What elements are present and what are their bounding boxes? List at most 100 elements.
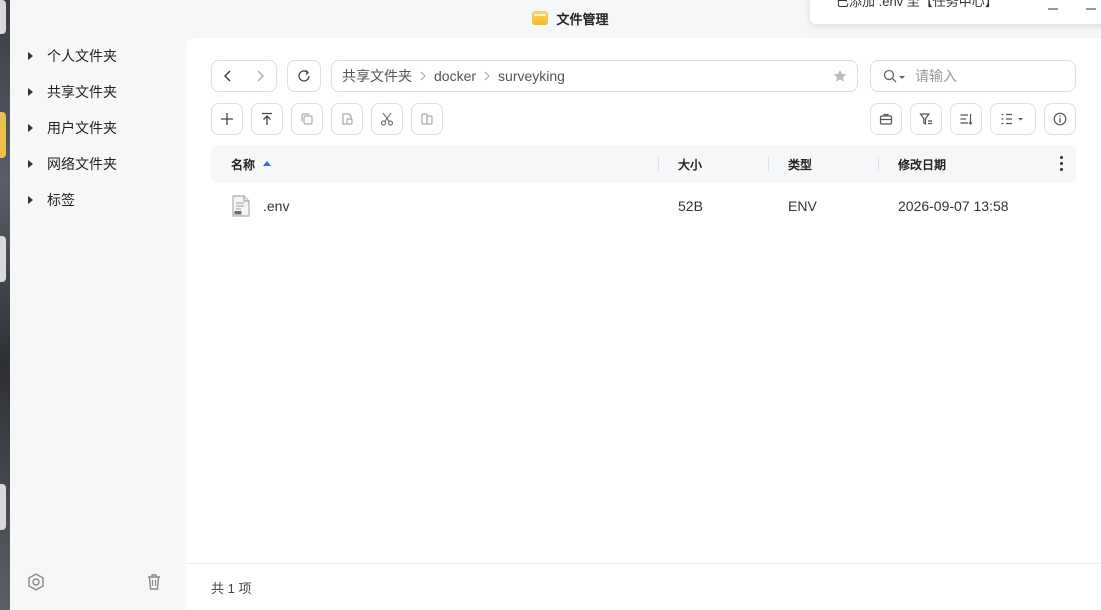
breadcrumb-separator-icon <box>420 71 426 81</box>
expand-arrow-icon[interactable] <box>28 124 33 132</box>
search-scope-dropdown-icon[interactable] <box>899 75 905 79</box>
refresh-icon <box>298 70 310 82</box>
refresh-button[interactable] <box>287 60 321 92</box>
info-button[interactable] <box>1044 103 1076 135</box>
desktop-icon-fragment <box>0 484 6 530</box>
history-nav <box>211 60 277 92</box>
column-header-label: 修改日期 <box>898 157 947 172</box>
paste-button[interactable] <box>331 103 363 135</box>
status-bar: 共 1 项 <box>186 563 1101 610</box>
chevron-right-icon <box>257 70 264 82</box>
copy-button[interactable] <box>291 103 323 135</box>
upload-button[interactable] <box>251 103 283 135</box>
forward-button[interactable] <box>244 61 276 91</box>
expand-arrow-icon[interactable] <box>28 196 33 204</box>
info-icon <box>1053 112 1067 126</box>
back-button[interactable] <box>212 61 244 91</box>
sidebar-item-label: 用户文件夹 <box>47 120 117 136</box>
archive-button[interactable] <box>870 103 902 135</box>
filter-icon <box>919 113 932 126</box>
sidebar-item-label: 标签 <box>47 192 75 208</box>
column-divider[interactable] <box>768 157 769 171</box>
file-type-cell: ENV <box>788 188 817 224</box>
search-icon[interactable] <box>883 69 897 83</box>
column-header-name[interactable]: 名称 <box>231 145 272 183</box>
copy-icon <box>301 113 313 125</box>
file-modified-date: 2026-09-07 13:58 <box>898 198 1009 214</box>
cut-button[interactable] <box>371 103 403 135</box>
sidebar-item-label: 个人文件夹 <box>47 48 117 64</box>
window-title: 文件管理 <box>556 11 609 27</box>
column-header-type[interactable]: 类型 <box>788 145 812 183</box>
new-button[interactable] <box>211 103 243 135</box>
chevron-left-icon <box>224 70 231 82</box>
navigation-bar: 共享文件夹 docker surveyking <box>211 60 1076 92</box>
more-options-icon[interactable] <box>1060 156 1064 172</box>
sort-icon <box>960 114 973 125</box>
search-box <box>870 60 1076 92</box>
sidebar-item-personal-folder[interactable]: 个人文件夹 <box>10 38 186 74</box>
search-input[interactable] <box>915 68 1055 84</box>
breadcrumb: 共享文件夹 docker surveyking <box>331 60 858 92</box>
minimize-icon[interactable] <box>1048 8 1058 10</box>
close-icon[interactable] <box>1086 8 1096 10</box>
toast-message: 已添加 .env 至【任务中心】 <box>836 0 998 9</box>
file-size: 52B <box>678 198 703 214</box>
file-name-cell: .env <box>231 188 289 224</box>
main-panel: 共享文件夹 docker surveyking 请输入 名称 大小 类型 修改日… <box>186 38 1101 610</box>
item-count: 共 1 项 <box>211 580 252 596</box>
desktop-icon-fragment <box>0 112 6 158</box>
desktop-icon-fragment <box>0 236 6 282</box>
file-size-cell: 52B <box>678 188 703 224</box>
sidebar-footer <box>10 568 186 596</box>
sidebar-item-label: 共享文件夹 <box>47 84 117 100</box>
star-icon[interactable] <box>833 69 847 83</box>
column-header-label: 名称 <box>231 157 256 172</box>
column-header-label: 大小 <box>678 157 703 172</box>
breadcrumb-item[interactable]: docker <box>434 68 476 84</box>
toolbar <box>211 103 1076 135</box>
cut-icon <box>380 112 394 126</box>
trash-icon[interactable] <box>144 572 164 592</box>
sidebar-item-shared-folder[interactable]: 共享文件夹 <box>10 74 186 110</box>
column-header-size[interactable]: 大小 <box>678 145 702 183</box>
view-mode-button[interactable] <box>990 103 1036 135</box>
move-button[interactable] <box>411 103 443 135</box>
list-view-icon <box>1001 113 1023 125</box>
expand-arrow-icon[interactable] <box>28 52 33 60</box>
expand-arrow-icon[interactable] <box>28 88 33 96</box>
file-manager-window: 文件管理 已添加 .env 至【任务中心】 个人文件夹 共享文件夹 用户文件夹 … <box>10 0 1101 610</box>
column-divider[interactable] <box>658 157 659 171</box>
sort-button[interactable] <box>950 103 982 135</box>
filter-button[interactable] <box>910 103 942 135</box>
breadcrumb-separator-icon <box>484 71 490 81</box>
notification-toast[interactable]: 已添加 .env 至【任务中心】 <box>810 0 1101 24</box>
column-header-label: 类型 <box>788 157 813 172</box>
settings-icon[interactable] <box>26 572 46 592</box>
sidebar-item-user-folder[interactable]: 用户文件夹 <box>10 110 186 146</box>
paste-icon <box>342 113 353 125</box>
sidebar-item-network-folder[interactable]: 网络文件夹 <box>10 146 186 182</box>
sidebar-item-tags[interactable]: 标签 <box>10 182 186 218</box>
table-header: 名称 大小 类型 修改日期 <box>211 145 1076 183</box>
desktop-icon-fragment <box>0 0 6 34</box>
file-manager-app-icon <box>532 11 549 25</box>
sidebar-item-label: 网络文件夹 <box>47 156 117 172</box>
desktop-background-strip <box>0 0 10 610</box>
table-row[interactable]: .env 52B ENV 2026-09-07 13:58 <box>211 188 1076 224</box>
breadcrumb-item-current[interactable]: surveyking <box>498 68 565 84</box>
archive-icon <box>879 113 893 125</box>
sidebar: 个人文件夹 共享文件夹 用户文件夹 网络文件夹 标签 <box>10 38 186 610</box>
file-name: .env <box>263 198 290 214</box>
column-divider[interactable] <box>878 157 879 171</box>
plus-icon <box>221 113 233 125</box>
column-header-modified[interactable]: 修改日期 <box>898 145 946 183</box>
breadcrumb-item[interactable]: 共享文件夹 <box>342 66 412 86</box>
upload-icon <box>262 112 272 125</box>
file-modified-cell: 2026-09-07 13:58 <box>898 188 1009 224</box>
file-icon <box>232 195 250 217</box>
move-icon <box>421 113 433 125</box>
expand-arrow-icon[interactable] <box>28 160 33 168</box>
file-type: ENV <box>788 198 817 214</box>
sort-ascending-icon <box>263 160 272 166</box>
